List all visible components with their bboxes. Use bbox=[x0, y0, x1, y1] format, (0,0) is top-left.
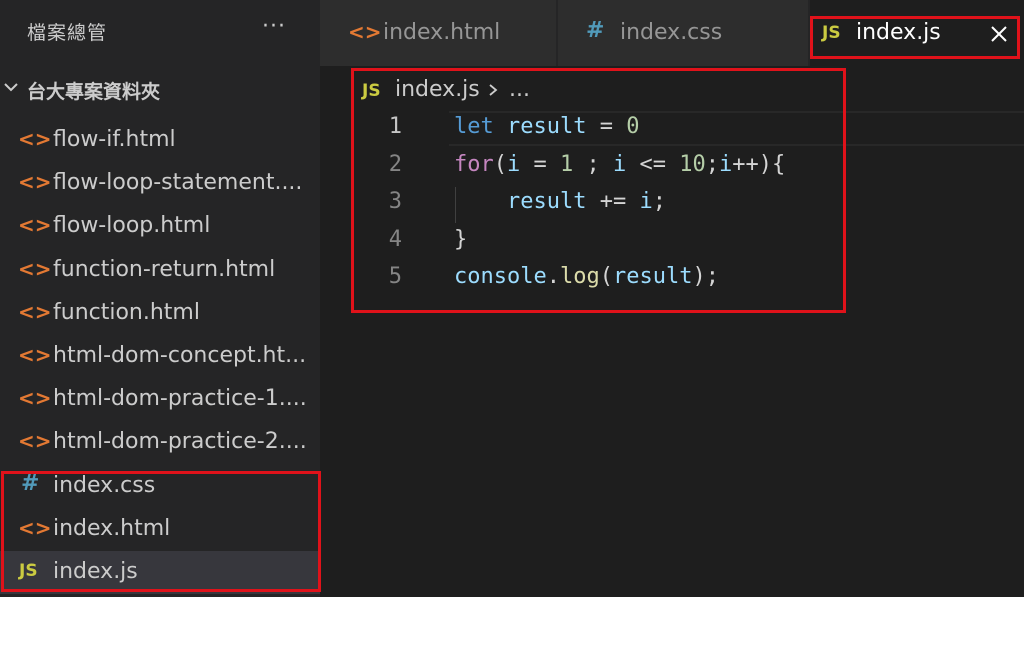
breadcrumb-more[interactable]: ... bbox=[509, 77, 530, 102]
html-file-icon: <> bbox=[18, 386, 52, 411]
file-item-flow-loop[interactable]: <> flow-loop.html bbox=[0, 205, 320, 248]
more-actions-icon[interactable]: ··· bbox=[262, 14, 286, 39]
js-file-icon: JS bbox=[19, 560, 38, 581]
file-list: <> flow-if.html <> flow-loop-statement..… bbox=[0, 119, 320, 595]
tab-index-css[interactable]: # index.css bbox=[558, 0, 808, 66]
code-text: console.log(result); bbox=[454, 264, 719, 289]
file-item-flow-if[interactable]: <> flow-if.html bbox=[0, 119, 320, 162]
html-file-icon: <> bbox=[18, 170, 52, 195]
code-line: 3 result += i; bbox=[360, 185, 1024, 223]
tab-index-html[interactable]: <> index.html bbox=[320, 0, 556, 66]
file-name: index.js bbox=[53, 558, 138, 584]
file-item-html-dom-practice-1[interactable]: <> html-dom-practice-1.... bbox=[0, 378, 320, 421]
html-file-icon: <> bbox=[18, 515, 52, 540]
file-item-html-dom-concept[interactable]: <> html-dom-concept.ht... bbox=[0, 335, 320, 378]
tab-bar: <> index.html # index.css JS index.js bbox=[320, 0, 1024, 66]
folder-name: 台大專案資料夾 bbox=[27, 81, 161, 103]
file-item-index-css[interactable]: # index.css bbox=[0, 465, 320, 508]
html-file-icon: <> bbox=[18, 213, 52, 238]
folder-header[interactable]: 台大專案資料夾 bbox=[0, 66, 320, 112]
html-file-icon: <> bbox=[348, 20, 382, 44]
code-line: 1 let result = 0 bbox=[360, 110, 1024, 148]
file-item-function-return[interactable]: <> function-return.html bbox=[0, 249, 320, 292]
file-name: html-dom-practice-1.... bbox=[53, 386, 307, 412]
css-file-icon: # bbox=[21, 470, 40, 496]
chevron-right-icon bbox=[489, 84, 498, 96]
html-file-icon: <> bbox=[18, 127, 52, 151]
file-name: flow-loop.html bbox=[53, 213, 211, 239]
js-file-icon: JS bbox=[822, 23, 841, 43]
breadcrumb-file[interactable]: index.js bbox=[395, 77, 480, 102]
close-icon[interactable] bbox=[990, 25, 1008, 43]
explorer-sidebar: 檔案總管 ··· 台大專案資料夾 <> flow-if.html <> flow… bbox=[0, 0, 320, 597]
explorer-title: 檔案總管 bbox=[27, 22, 108, 44]
file-name: flow-if.html bbox=[53, 127, 176, 152]
code-editor[interactable]: 1 let result = 0 2 for(i = 1 ; i <= 10;i… bbox=[360, 110, 1024, 310]
line-number: 2 bbox=[388, 151, 402, 177]
html-file-icon: <> bbox=[18, 429, 52, 454]
code-text: let result = 0 bbox=[454, 114, 640, 139]
line-number: 5 bbox=[388, 264, 402, 289]
file-name: html-dom-practice-2.... bbox=[53, 429, 307, 455]
vscode-window: 檔案總管 ··· 台大專案資料夾 <> flow-if.html <> flow… bbox=[0, 0, 1024, 597]
html-file-icon: <> bbox=[18, 256, 52, 281]
code-text: } bbox=[454, 226, 468, 252]
file-item-index-html[interactable]: <> index.html bbox=[0, 508, 320, 551]
code-line: 2 for(i = 1 ; i <= 10;i++){ bbox=[360, 148, 1024, 186]
css-file-icon: # bbox=[586, 18, 605, 43]
chevron-down-icon bbox=[4, 83, 18, 92]
code-text: for(i = 1 ; i <= 10;i++){ bbox=[454, 151, 786, 177]
file-name: html-dom-concept.ht... bbox=[53, 342, 307, 368]
tab-label: index.css bbox=[620, 20, 723, 45]
file-name: index.css bbox=[53, 472, 156, 498]
file-name: function.html bbox=[53, 299, 200, 325]
file-item-index-js[interactable]: JS index.js bbox=[0, 550, 320, 595]
html-file-icon: <> bbox=[18, 299, 52, 324]
tab-label: index.js bbox=[856, 20, 941, 45]
file-item-function[interactable]: <> function.html bbox=[0, 292, 320, 335]
line-number: 3 bbox=[388, 189, 402, 214]
line-number: 4 bbox=[388, 226, 402, 252]
code-text: result += i; bbox=[506, 189, 666, 214]
tab-label: index.html bbox=[383, 20, 501, 45]
file-item-flow-loop-statement[interactable]: <> flow-loop-statement.... bbox=[0, 162, 320, 205]
tab-index-js[interactable]: JS index.js bbox=[810, 0, 1024, 66]
line-number: 1 bbox=[388, 114, 402, 139]
code-line: 4 } bbox=[360, 223, 1024, 261]
file-name: index.html bbox=[53, 515, 171, 541]
code-line: 5 console.log(result); bbox=[360, 260, 1024, 298]
file-name: function-return.html bbox=[53, 256, 276, 282]
html-file-icon: <> bbox=[18, 342, 52, 367]
file-name: flow-loop-statement.... bbox=[53, 170, 303, 196]
file-item-html-dom-practice-2[interactable]: <> html-dom-practice-2.... bbox=[0, 421, 320, 464]
js-file-icon: JS bbox=[362, 81, 381, 101]
